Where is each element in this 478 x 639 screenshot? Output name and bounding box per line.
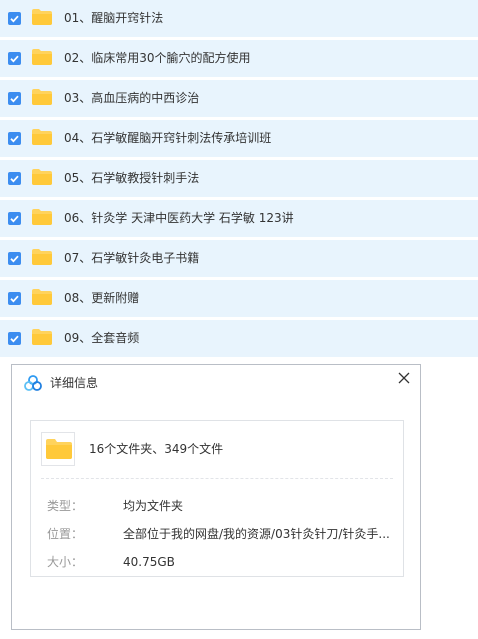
divider (41, 478, 393, 479)
folder-icon (32, 209, 52, 225)
folder-icon (32, 249, 52, 265)
file-name[interactable]: 04、石学敏醒脑开窍针刺法传承培训班 (64, 130, 271, 146)
type-label: 类型： (47, 499, 84, 513)
checkbox-checked[interactable] (8, 12, 21, 25)
file-name[interactable]: 06、针灸学 天津中医药大学 石学敏 123讲 (64, 210, 294, 226)
file-row[interactable]: 03、高血压病的中西诊治 (0, 80, 478, 120)
file-row[interactable]: 09、全套音频 (0, 320, 478, 360)
file-row[interactable]: 01、醒脑开窍针法 (0, 0, 478, 40)
baidu-netdisk-logo-icon (24, 375, 42, 391)
folder-icon (32, 9, 52, 25)
file-name[interactable]: 08、更新附赠 (64, 290, 139, 306)
file-name[interactable]: 03、高血压病的中西诊治 (64, 90, 199, 106)
checkbox-checked[interactable] (8, 172, 21, 185)
file-name[interactable]: 05、石学敏教授针刺手法 (64, 170, 199, 186)
file-row[interactable]: 05、石学敏教授针刺手法 (0, 160, 478, 200)
selection-summary: 16个文件夹、349个文件 (89, 442, 224, 456)
checkbox-checked[interactable] (8, 132, 21, 145)
checkbox-checked[interactable] (8, 212, 21, 225)
dialog-title: 详细信息 (50, 376, 99, 390)
details-card: 16个文件夹、349个文件 类型： 均为文件夹 位置： 全部位于我的网盘/我的资… (30, 420, 404, 577)
size-value: 40.75GB (123, 555, 175, 569)
checkbox-checked[interactable] (8, 332, 21, 345)
close-icon[interactable] (397, 370, 411, 384)
location-label: 位置： (47, 527, 84, 541)
checkbox-checked[interactable] (8, 292, 21, 305)
file-name[interactable]: 09、全套音频 (64, 330, 139, 346)
file-row[interactable]: 08、更新附赠 (0, 280, 478, 320)
checkbox-checked[interactable] (8, 52, 21, 65)
file-row[interactable]: 06、针灸学 天津中医药大学 石学敏 123讲 (0, 200, 478, 240)
folder-icon (32, 329, 52, 345)
size-label: 大小： (47, 555, 84, 569)
folder-icon (46, 439, 72, 459)
file-list: 01、醒脑开窍针法 02、临床常用30个腧穴的配方使用 03、高血压病的中西诊治… (0, 0, 478, 360)
type-value: 均为文件夹 (123, 499, 184, 513)
folder-icon (32, 129, 52, 145)
file-row[interactable]: 04、石学敏醒脑开窍针刺法传承培训班 (0, 120, 478, 160)
file-name[interactable]: 07、石学敏针灸电子书籍 (64, 250, 199, 266)
details-dialog: 详细信息 16个文件夹、349个文件 类型： 均为文件夹 位置： 全部位于我的网… (11, 364, 421, 630)
folder-icon (32, 289, 52, 305)
location-value: 全部位于我的网盘/我的资源/03针灸针刀/针灸手... (123, 527, 390, 541)
folder-thumbnail (41, 432, 75, 466)
file-name[interactable]: 01、醒脑开窍针法 (64, 10, 163, 26)
folder-icon (32, 169, 52, 185)
folder-icon (32, 49, 52, 65)
file-row[interactable]: 02、临床常用30个腧穴的配方使用 (0, 40, 478, 80)
dialog-titlebar: 详细信息 (12, 365, 420, 402)
checkbox-checked[interactable] (8, 92, 21, 105)
checkbox-checked[interactable] (8, 252, 21, 265)
folder-icon (32, 89, 52, 105)
file-row[interactable]: 07、石学敏针灸电子书籍 (0, 240, 478, 280)
file-name[interactable]: 02、临床常用30个腧穴的配方使用 (64, 50, 251, 66)
